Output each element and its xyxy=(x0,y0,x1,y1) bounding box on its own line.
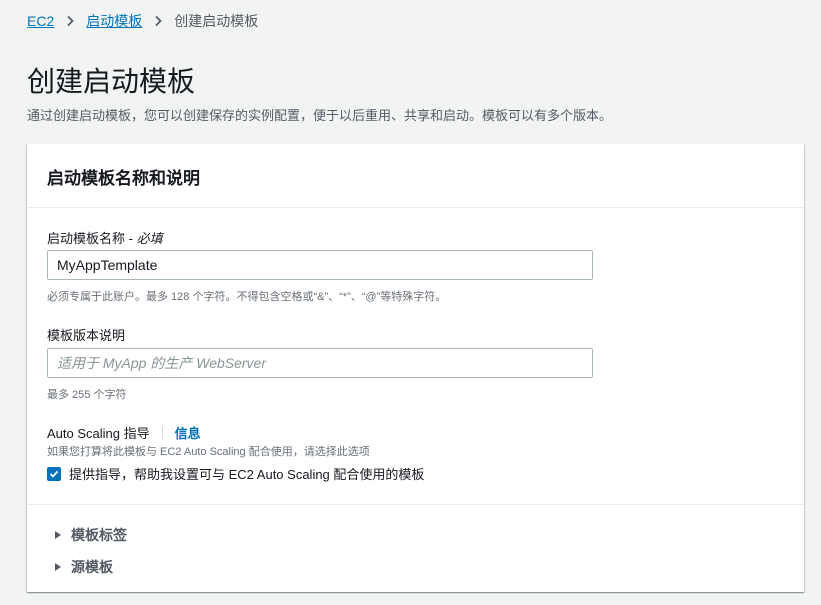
panel-header: 启动模板名称和说明 xyxy=(27,144,804,208)
divider xyxy=(161,425,163,440)
breadcrumb-launch-templates-link[interactable]: 启动模板 xyxy=(86,11,142,31)
template-version-desc-hint: 最多 255 个字符 xyxy=(47,389,127,401)
chevron-right-icon xyxy=(152,15,164,27)
breadcrumb: EC2 启动模板 创建启动模板 xyxy=(27,11,258,31)
caret-right-icon xyxy=(53,562,63,572)
caret-right-icon xyxy=(53,530,63,540)
source-template-expander[interactable]: 源模板 xyxy=(53,557,113,577)
required-marker: 必填 xyxy=(136,231,163,246)
panel-title: 启动模板名称和说明 xyxy=(47,169,200,188)
auto-scaling-guidance-row: Auto Scaling 指导 信息 xyxy=(47,423,201,442)
breadcrumb-current: 创建启动模板 xyxy=(174,13,259,29)
auto-scaling-guidance-label: Auto Scaling 指导 xyxy=(47,426,150,441)
checkmark-icon xyxy=(49,470,59,478)
template-name-input[interactable] xyxy=(47,250,593,280)
auto-scaling-guidance-checkbox[interactable] xyxy=(47,466,61,481)
template-tags-expander[interactable]: 模板标签 xyxy=(53,525,127,545)
template-name-hint: 必须专属于此账户。最多 128 个字符。不得包含空格或“&”、“*”、“@”等特… xyxy=(47,291,447,303)
template-version-desc-label: 模板版本说明 xyxy=(47,328,126,343)
source-template-label[interactable]: 源模板 xyxy=(71,557,113,577)
template-name-label: 启动模板名称 - 必填 xyxy=(47,228,163,247)
template-version-desc-input[interactable] xyxy=(47,348,593,378)
template-name-label-text: 启动模板名称 - xyxy=(47,231,137,246)
chevron-right-icon xyxy=(64,15,76,27)
info-link[interactable]: 信息 xyxy=(175,423,201,442)
section-divider xyxy=(27,504,804,505)
breadcrumb-ec2-link[interactable]: EC2 xyxy=(27,13,54,29)
page-description: 通过创建启动模板，您可以创建保存的实例配置，便于以后重用、共享和启动。模板可以有… xyxy=(27,108,613,123)
template-tags-label[interactable]: 模板标签 xyxy=(71,525,127,545)
page-title: 创建启动模板 xyxy=(27,66,196,97)
auto-scaling-guidance-checkbox-row[interactable]: 提供指导，帮助我设置可与 EC2 Auto Scaling 配合使用的模板 xyxy=(47,464,424,483)
auto-scaling-guidance-checkbox-label[interactable]: 提供指导，帮助我设置可与 EC2 Auto Scaling 配合使用的模板 xyxy=(69,464,424,483)
auto-scaling-guidance-hint: 如果您打算将此模板与 EC2 Auto Scaling 配合使用，请选择此选项 xyxy=(47,446,370,458)
template-name-panel: 启动模板名称和说明 启动模板名称 - 必填 必须专属于此账户。最多 128 个字… xyxy=(27,144,804,592)
